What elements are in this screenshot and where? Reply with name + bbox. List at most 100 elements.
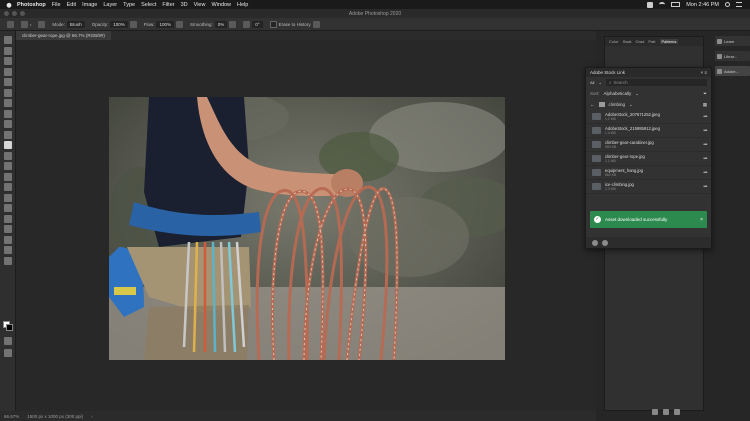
path-select-tool-icon[interactable] bbox=[3, 214, 12, 223]
refresh-icon[interactable] bbox=[592, 239, 598, 246]
smoothing-gear-icon[interactable] bbox=[229, 20, 237, 28]
menu-edit[interactable]: Edit bbox=[67, 2, 76, 8]
zoom-window-button[interactable] bbox=[20, 11, 25, 16]
screen-mode-icon[interactable] bbox=[4, 349, 12, 357]
cloud-icon[interactable] bbox=[602, 239, 608, 246]
new-layer-icon[interactable] bbox=[663, 409, 669, 415]
libraries-button[interactable]: Librar... bbox=[715, 51, 750, 61]
menu-select[interactable]: Select bbox=[141, 2, 156, 8]
menu-help[interactable]: Help bbox=[237, 2, 248, 8]
lasso-tool-icon[interactable] bbox=[3, 57, 12, 65]
cc-icon[interactable] bbox=[647, 1, 654, 8]
quick-select-tool-icon[interactable] bbox=[3, 67, 12, 76]
asset-list-item[interactable]: ice-climbing.jpg 1.3 MB ••• bbox=[586, 180, 711, 194]
asset-list-item[interactable]: climber-gear-rope.jpg 1.1 MB ••• bbox=[586, 152, 711, 166]
healing-brush-tool-icon[interactable] bbox=[3, 109, 12, 118]
erase-history-checkbox[interactable] bbox=[269, 20, 277, 28]
type-tool-icon[interactable] bbox=[3, 204, 12, 212]
toast-close-icon[interactable]: × bbox=[700, 217, 703, 223]
sort-chevron-icon[interactable]: ⌄ bbox=[635, 91, 639, 97]
menu-list-icon[interactable] bbox=[736, 2, 742, 7]
more-options-icon[interactable]: ••• bbox=[703, 114, 707, 120]
status-chevron-icon[interactable]: › bbox=[91, 414, 93, 419]
hand-tool-icon[interactable] bbox=[3, 235, 12, 244]
new-folder-icon[interactable] bbox=[652, 409, 658, 415]
menu-window[interactable]: Window bbox=[211, 2, 231, 8]
symmetry-icon[interactable] bbox=[312, 20, 320, 28]
tab-gradients[interactable]: Grad bbox=[635, 39, 644, 44]
asset-list-item[interactable]: climber-gear-carabiner.jpg 980 KB ••• bbox=[586, 138, 711, 152]
minimize-window-button[interactable] bbox=[12, 11, 17, 16]
filter-all[interactable]: All bbox=[590, 80, 594, 85]
quick-mask-icon[interactable] bbox=[4, 337, 12, 345]
zoom-level[interactable]: 66.67% bbox=[4, 414, 19, 419]
more-options-icon[interactable]: ••• bbox=[703, 128, 707, 134]
marquee-tool-icon[interactable] bbox=[3, 46, 12, 55]
menu-3d[interactable]: 3D bbox=[181, 2, 188, 8]
panel-close-icon[interactable]: × ≡ bbox=[700, 70, 707, 75]
tab-swatches[interactable]: Swat bbox=[623, 39, 632, 44]
back-arrow-icon[interactable]: ← bbox=[590, 102, 595, 107]
smoothing-field[interactable]: 0% bbox=[214, 20, 228, 28]
background-color-swatch[interactable] bbox=[6, 324, 13, 331]
sort-select[interactable]: Alphabetically bbox=[604, 91, 632, 96]
more-tools-icon[interactable] bbox=[3, 256, 12, 265]
menu-filter[interactable]: Filter bbox=[162, 2, 174, 8]
brush-size-value[interactable]: • bbox=[30, 22, 31, 27]
angle-field[interactable]: 0° bbox=[252, 20, 263, 28]
folder-name[interactable]: climbing bbox=[609, 102, 626, 107]
flow-field[interactable]: 100% bbox=[156, 20, 174, 28]
clock[interactable]: Mon 2:46 PM bbox=[686, 2, 719, 8]
rectangle-tool-icon[interactable] bbox=[3, 225, 12, 233]
wifi-icon[interactable] bbox=[659, 2, 666, 7]
menu-file[interactable]: File bbox=[52, 2, 61, 8]
tab-color[interactable]: Color bbox=[609, 39, 619, 44]
search-icon[interactable] bbox=[725, 2, 730, 7]
adobe-stock-button[interactable]: Adobe... bbox=[715, 66, 750, 76]
asset-list-item[interactable]: equipment_hang.jpg 860 KB ••• bbox=[586, 166, 711, 180]
clone-stamp-tool-icon[interactable] bbox=[3, 130, 12, 139]
more-options-icon[interactable]: ••• bbox=[703, 170, 707, 176]
asset-list-item[interactable]: AdobeStock_215985912.jpeg 1.4 MB ••• bbox=[586, 124, 711, 138]
learn-button[interactable]: Learn bbox=[715, 36, 750, 46]
filter-icon[interactable]: ⏷ bbox=[703, 91, 707, 96]
menu-type[interactable]: Type bbox=[123, 2, 135, 8]
mode-select[interactable]: Brush bbox=[66, 20, 85, 28]
menu-image[interactable]: Image bbox=[82, 2, 97, 8]
pen-tool-icon[interactable] bbox=[3, 193, 12, 202]
trash-icon[interactable] bbox=[674, 409, 680, 415]
asset-list-item[interactable]: AdobeStock_207671252.jpeg 1.2 MB ••• bbox=[586, 110, 711, 124]
apple-icon[interactable] bbox=[6, 2, 12, 8]
document-tab[interactable]: climber-gear-rope.jpg @ 66.7% (RGB/8#) bbox=[16, 31, 111, 40]
folder-chevron-icon[interactable]: ⌄ bbox=[629, 102, 633, 108]
opacity-pressure-icon[interactable] bbox=[129, 20, 137, 28]
brush-tool-icon[interactable] bbox=[3, 120, 12, 128]
battery-icon[interactable] bbox=[671, 2, 681, 7]
tab-patt[interactable]: Patt bbox=[648, 39, 655, 44]
brush-settings-icon[interactable] bbox=[38, 20, 46, 28]
zoom-tool-icon[interactable] bbox=[3, 246, 12, 254]
gradient-tool-icon[interactable] bbox=[3, 162, 12, 170]
dropdown-chevron-icon[interactable]: ⌄ bbox=[598, 80, 601, 85]
menu-app-name[interactable]: Photoshop bbox=[17, 2, 46, 8]
menu-view[interactable]: View bbox=[194, 2, 206, 8]
search-input[interactable]: ⌕ Search bbox=[605, 79, 707, 86]
more-options-icon[interactable]: ••• bbox=[703, 156, 707, 162]
more-options-icon[interactable]: ••• bbox=[703, 142, 707, 148]
document-image[interactable] bbox=[109, 97, 505, 360]
history-brush-tool-icon[interactable] bbox=[3, 141, 12, 149]
crop-tool-icon[interactable] bbox=[3, 78, 12, 86]
move-tool-icon[interactable] bbox=[3, 36, 12, 44]
more-options-icon[interactable]: ••• bbox=[703, 184, 707, 190]
tab-patterns[interactable]: Patterns bbox=[659, 39, 679, 44]
airbrush-icon[interactable] bbox=[176, 20, 183, 28]
home-icon[interactable] bbox=[7, 20, 14, 28]
frame-tool-icon[interactable] bbox=[3, 88, 12, 97]
brush-tool-preset-icon[interactable] bbox=[21, 20, 28, 28]
document-info[interactable]: 1500 px x 1000 px (300 ppi) bbox=[27, 414, 83, 419]
menu-layer[interactable]: Layer bbox=[103, 2, 117, 8]
blur-tool-icon[interactable] bbox=[3, 172, 12, 181]
eyedropper-tool-icon[interactable] bbox=[3, 99, 12, 107]
dodge-tool-icon[interactable] bbox=[3, 183, 12, 191]
opacity-field[interactable]: 100% bbox=[110, 20, 128, 28]
